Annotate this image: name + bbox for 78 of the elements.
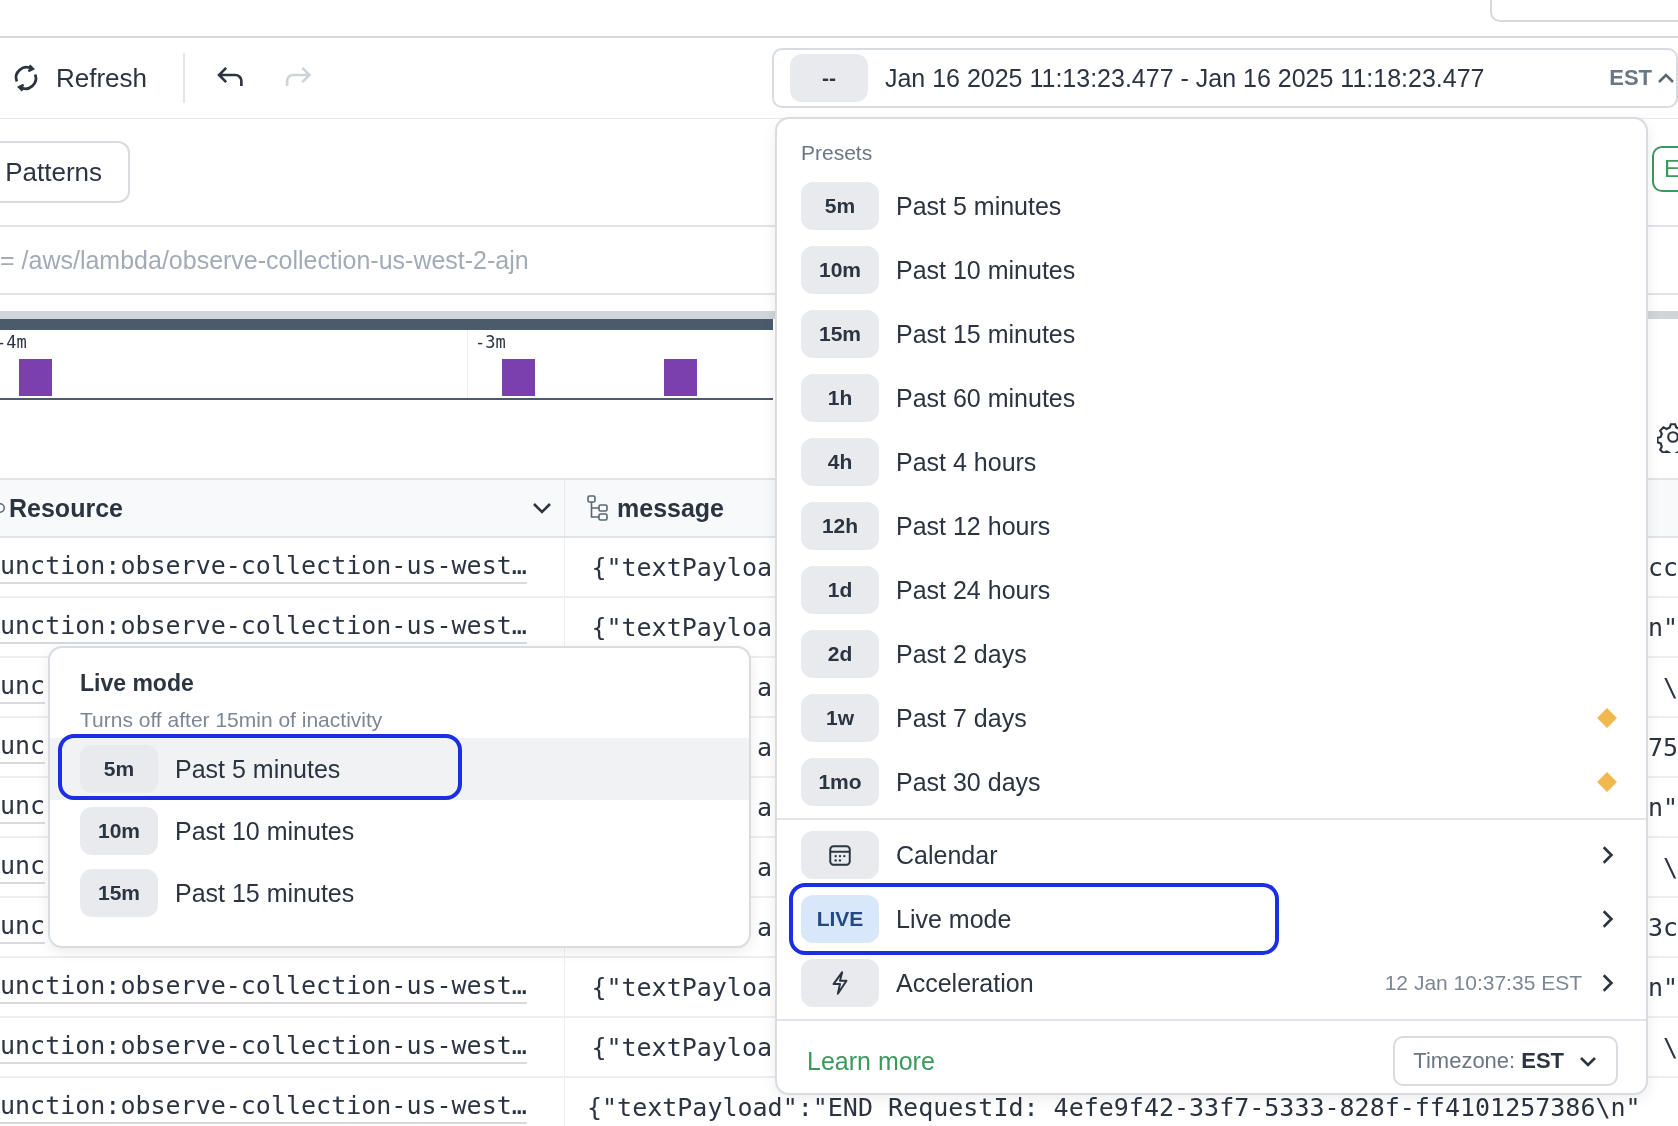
preset-badge: 15m bbox=[80, 869, 158, 917]
preset-badge: 10m bbox=[80, 807, 158, 855]
table-cell: n" bbox=[1647, 792, 1678, 822]
menu-item[interactable]: Calendar bbox=[777, 823, 1646, 887]
table-cell: cc bbox=[1647, 552, 1678, 582]
preset-badge: 1mo bbox=[801, 758, 879, 806]
table-cell: unction:observe-collection-us-west… bbox=[0, 610, 527, 644]
table-cell: n" bbox=[1647, 972, 1678, 1002]
preset-item[interactable]: 4h Past 4 hours bbox=[777, 430, 1646, 494]
table-cell: a bbox=[756, 732, 772, 762]
preset-item[interactable]: 1d Past 24 hours bbox=[777, 558, 1646, 622]
preset-badge: 4h bbox=[801, 438, 879, 486]
histogram-bar bbox=[19, 359, 52, 396]
table-cell: a bbox=[756, 672, 772, 702]
menu-item[interactable]: Acceleration 12 Jan 10:37:35 EST bbox=[777, 951, 1646, 1015]
table-cell: \ bbox=[1662, 672, 1678, 702]
table-cell: unc bbox=[0, 790, 46, 824]
preset-item[interactable]: 15m Past 15 minutes bbox=[777, 302, 1646, 366]
calendar-icon bbox=[827, 842, 853, 868]
table-cell: unc bbox=[0, 730, 46, 764]
table-cell: a bbox=[756, 912, 772, 942]
preset-item[interactable]: 10m Past 10 minutes bbox=[777, 238, 1646, 302]
preset-item[interactable]: 1mo Past 30 days bbox=[777, 750, 1646, 814]
preset-item[interactable]: 1h Past 60 minutes bbox=[777, 366, 1646, 430]
table-cell: a bbox=[756, 852, 772, 882]
table-cell: unc bbox=[0, 910, 46, 944]
table-cell: {"textPayload":"END RequestId: 4efe9f42-33f7-5333-828f-ff4101257386\n" bbox=[587, 1092, 1641, 1122]
preset-badge: 10m bbox=[801, 246, 879, 294]
table-cell: \ bbox=[1662, 852, 1678, 882]
table-cell: 3c bbox=[1647, 912, 1678, 942]
menu-item[interactable]: LIVE Live mode bbox=[777, 887, 1646, 951]
preset-item[interactable]: 1w Past 7 days bbox=[777, 686, 1646, 750]
popup-title: Live mode bbox=[79, 670, 195, 698]
preset-badge: 5m bbox=[80, 745, 158, 793]
time-range-text: Jan 16 2025 11:13:23.477 - Jan 16 2025 11:18:23.477 bbox=[884, 63, 1485, 93]
histogram-bar bbox=[664, 359, 697, 396]
column-header[interactable]: message bbox=[617, 493, 725, 523]
table-cell: {"textPayloa bbox=[591, 552, 772, 582]
learn-more-link[interactable]: Learn more bbox=[807, 1046, 935, 1076]
preset-badge: 1d bbox=[801, 566, 879, 614]
timezone-button[interactable]: Timezone: EST bbox=[1393, 1036, 1618, 1086]
axis-tick-label: -3m bbox=[475, 332, 506, 352]
preset-badge: 1h bbox=[801, 374, 879, 422]
acceleration-time: 12 Jan 10:37:35 EST bbox=[1384, 971, 1582, 995]
table-cell: {"textPayloa bbox=[591, 972, 772, 1002]
table-cell: unction:observe-collection-us-west… bbox=[0, 970, 527, 1004]
preset-item[interactable]: 5m Past 5 minutes bbox=[777, 174, 1646, 238]
preset-badge: 12h bbox=[801, 502, 879, 550]
table-cell: unction:observe-collection-us-west… bbox=[0, 550, 527, 584]
table-cell: 75 bbox=[1647, 732, 1678, 762]
preset-badge: 15m bbox=[801, 310, 879, 358]
preset-item[interactable]: 2d Past 2 days bbox=[777, 622, 1646, 686]
tree-icon bbox=[587, 495, 609, 521]
live-preset-item[interactable]: 15m Past 15 minutes bbox=[50, 862, 749, 924]
timezone-label: EST bbox=[1609, 65, 1652, 91]
table-cell: unc bbox=[0, 670, 46, 704]
live-preset-item[interactable]: 10m Past 10 minutes bbox=[50, 800, 749, 862]
time-range-field[interactable]: -- Jan 16 2025 11:13:23.477 - Jan 16 2025 11:18:23.477 EST bbox=[771, 48, 1678, 108]
table-cell: {"textPayloa bbox=[591, 1032, 772, 1062]
preset-item[interactable]: 12h Past 12 hours bbox=[777, 494, 1646, 558]
section-heading: Presets bbox=[800, 141, 874, 166]
table-cell: unc bbox=[0, 850, 46, 884]
preset-badge: 5m bbox=[801, 182, 879, 230]
table-cell: unction:observe-collection-us-west… bbox=[0, 1030, 527, 1064]
table-cell: a bbox=[756, 792, 772, 822]
patterns-button[interactable]: Patterns bbox=[0, 141, 130, 203]
column-header[interactable]: Resource bbox=[9, 493, 123, 523]
table-cell: \ bbox=[1662, 1032, 1678, 1062]
histogram-bar bbox=[502, 359, 535, 396]
preset-badge: -- bbox=[789, 54, 868, 102]
table-cell: {"textPayloa bbox=[591, 612, 772, 642]
popup-subtitle: Turns off after 15min of inactivity bbox=[79, 708, 384, 733]
refresh-button[interactable]: Refresh bbox=[0, 62, 148, 94]
preset-badge: 2d bbox=[801, 630, 879, 678]
preset-badge: 1w bbox=[801, 694, 879, 742]
table-cell: n" bbox=[1647, 612, 1678, 642]
table-cell: unction:observe-collection-us-west… bbox=[0, 1090, 527, 1124]
live-badge: LIVE bbox=[801, 895, 879, 943]
